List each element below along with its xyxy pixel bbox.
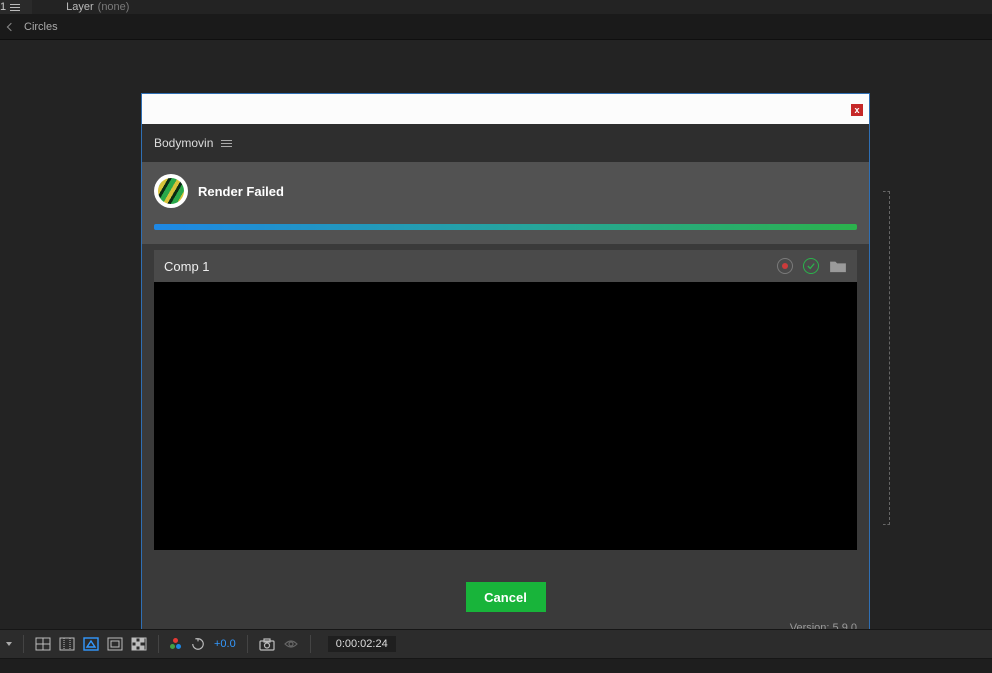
- chevron-left-icon[interactable]: [7, 22, 15, 30]
- bottom-strip: [0, 659, 992, 673]
- tab-circles[interactable]: Circles: [24, 21, 58, 33]
- hamburger-icon[interactable]: [10, 2, 20, 12]
- success-status-icon[interactable]: [803, 258, 819, 274]
- panel-menu-icon[interactable]: [221, 138, 232, 148]
- cancel-button[interactable]: Cancel: [466, 582, 546, 612]
- folder-icon[interactable]: [829, 259, 847, 273]
- panel-title: Bodymovin: [154, 136, 213, 150]
- layer-value: (none): [98, 1, 130, 13]
- comp-header-bar: Comp 1: [154, 250, 857, 282]
- title-safe-icon[interactable]: [107, 637, 123, 651]
- mask-toggle-icon[interactable]: [83, 637, 99, 651]
- grid-toggle-icon[interactable]: [35, 637, 51, 651]
- panel-header: Bodymovin: [142, 124, 869, 162]
- preview-canvas: [154, 282, 857, 550]
- panel-id-fragment: 1: [0, 1, 6, 13]
- comp-name: Comp 1: [164, 259, 210, 274]
- exposure-value[interactable]: +0.0: [214, 638, 236, 650]
- progress-bar: [154, 224, 857, 230]
- status-text: Render Failed: [198, 184, 284, 199]
- main-area: x Bodymovin Render Failed Comp 1: [0, 40, 992, 629]
- bottom-toolbar: +0.0 0:00:02:24: [0, 629, 992, 659]
- close-button[interactable]: x: [851, 104, 863, 116]
- record-status-icon[interactable]: [777, 258, 793, 274]
- layer-label: Layer: [66, 1, 94, 13]
- progress-fill: [154, 224, 857, 230]
- check-icon: [807, 262, 815, 270]
- bodymovin-dialog: x Bodymovin Render Failed Comp 1: [141, 93, 870, 643]
- bodymovin-logo: [154, 174, 188, 208]
- reset-exposure-icon[interactable]: [190, 637, 206, 651]
- show-snapshot-icon[interactable]: [283, 637, 299, 651]
- action-row: Cancel: [142, 564, 869, 622]
- dialog-titlebar[interactable]: x: [142, 94, 869, 124]
- transparency-grid-icon[interactable]: [131, 637, 147, 651]
- timecode-display[interactable]: 0:00:02:24: [328, 636, 396, 652]
- dropdown-magnification-icon[interactable]: [6, 642, 12, 646]
- composition-tab-row: Circles: [0, 14, 992, 40]
- channel-icon[interactable]: [170, 638, 182, 650]
- snapshot-icon[interactable]: [259, 637, 275, 651]
- margin-guide: [883, 191, 890, 525]
- comp-section: Comp 1: [142, 244, 869, 564]
- app-top-strip: 1 Layer (none): [0, 0, 992, 14]
- status-band: Render Failed: [142, 162, 869, 244]
- close-icon: x: [854, 105, 859, 115]
- guides-toggle-icon[interactable]: [59, 637, 75, 651]
